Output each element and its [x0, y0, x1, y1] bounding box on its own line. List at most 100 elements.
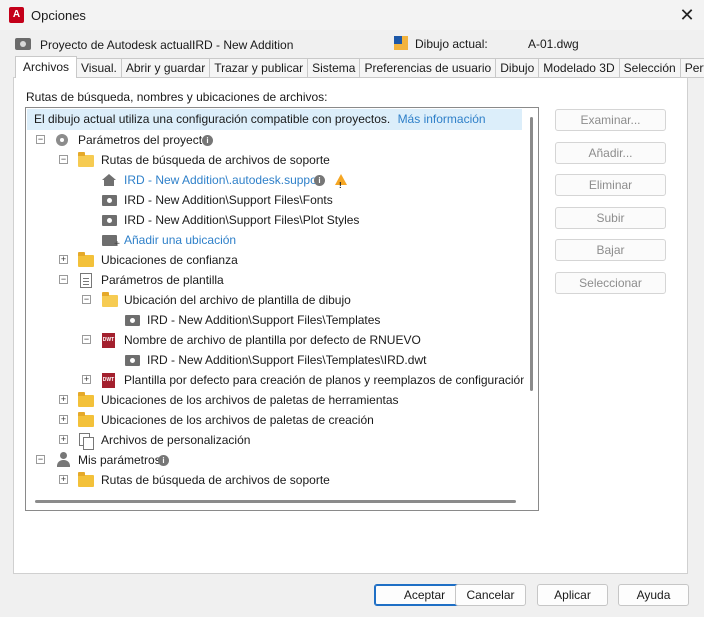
tab-seleccion[interactable]: Selección — [619, 58, 681, 78]
tree-item-my-settings[interactable]: − Mis parámetros i — [26, 450, 524, 470]
folder-icon — [78, 392, 94, 407]
remove-button[interactable]: Eliminar — [555, 174, 666, 196]
tree-item-label: IRD - New Addition\Support Files\Templat… — [147, 313, 381, 327]
tree-item-label: IRD - New Addition\Support Files\Fonts — [124, 193, 333, 207]
tree-item-label: Nombre de archivo de plantilla por defec… — [124, 333, 421, 347]
folder-path-icon — [125, 355, 140, 366]
tab-dibujo[interactable]: Dibujo — [496, 58, 540, 78]
help-button[interactable]: Ayuda — [618, 584, 689, 606]
horizontal-scroll-thumb[interactable] — [35, 500, 516, 503]
more-info-link[interactable]: Más información — [398, 112, 486, 126]
tree-item-label: IRD - New Addition\.autodesk.support — [124, 173, 325, 187]
banner-text: El dibujo actual utiliza una configuraci… — [34, 112, 391, 126]
tree-item-project-settings[interactable]: − Parámetros del proyecto i — [26, 130, 524, 150]
collapse-toggle[interactable]: − — [82, 295, 91, 304]
collapse-toggle[interactable]: − — [59, 155, 68, 164]
move-up-button[interactable]: Subir — [555, 207, 666, 229]
tree-item-templates-path[interactable]: IRD - New Addition\Support Files\Templat… — [26, 310, 524, 330]
tree-item-template-location[interactable]: − Ubicación del archivo de plantilla de … — [26, 290, 524, 310]
expand-toggle[interactable]: + — [59, 435, 68, 444]
tree-item-label: IRD - New Addition\Support Files\Templat… — [147, 353, 427, 367]
tab-visual[interactable]: Visual. — [77, 58, 122, 78]
add-folder-icon — [102, 235, 120, 250]
tree-item-customization-files[interactable]: + Archivos de personalización — [26, 430, 524, 450]
tree-item-fonts-path[interactable]: IRD - New Addition\Support Files\Fonts — [26, 190, 524, 210]
tree-item-qnew-template[interactable]: − DWT Nombre de archivo de plantilla por… — [26, 330, 524, 350]
warning-icon — [335, 174, 347, 196]
folder-open-icon — [102, 292, 118, 307]
collapse-toggle[interactable]: − — [36, 455, 45, 464]
folder-open-icon — [78, 152, 94, 167]
tab-abrir-guardar[interactable]: Abrir y guardar — [121, 58, 211, 78]
add-button[interactable]: Añadir... — [555, 142, 666, 164]
add-location-link[interactable]: Añadir una ubicación — [124, 230, 236, 250]
tree-item-label: Ubicaciones de los archivos de paletas d… — [101, 413, 374, 427]
cancel-button[interactable]: Cancelar — [455, 584, 526, 606]
tree-item-label: Parámetros del proyecto — [78, 133, 209, 147]
tree-item-autodesk-support[interactable]: IRD - New Addition\.autodesk.support i — [26, 170, 524, 196]
multi-document-icon — [79, 433, 94, 450]
project-icon — [15, 38, 31, 50]
folder-path-icon — [102, 215, 117, 226]
gear-icon — [56, 134, 68, 146]
tab-modelado-3d[interactable]: Modelado 3D — [539, 58, 620, 78]
window-title: Opciones — [31, 8, 86, 23]
tree-item-template-settings[interactable]: − Parámetros de plantilla — [26, 270, 524, 290]
info-icon[interactable]: i — [202, 135, 213, 146]
panel-caption: Rutas de búsqueda, nombres y ubicaciones… — [26, 90, 328, 104]
tab-perfil[interactable]: Perfil — [680, 58, 704, 78]
tab-archivos[interactable]: Archivos — [15, 56, 78, 78]
tree-item-label: Rutas de búsqueda de archivos de soporte — [101, 153, 330, 167]
expand-toggle[interactable]: + — [59, 255, 68, 264]
tree-item-label: IRD - New Addition\Support Files\Plot St… — [124, 213, 360, 227]
tab-preferencias-usuario[interactable]: Preferencias de usuario — [360, 58, 497, 78]
tab-sistema[interactable]: Sistema — [308, 58, 361, 78]
dwt-file-icon: DWT — [102, 373, 115, 388]
collapse-toggle[interactable]: − — [82, 335, 91, 344]
tree-content: − Parámetros del proyecto i − Rutas de b… — [26, 130, 524, 492]
project-value: IRD - New Addition — [192, 38, 294, 52]
tree-item-label: Plantilla por defecto para creación de p… — [124, 373, 524, 387]
info-icon[interactable]: i — [314, 175, 325, 186]
document-icon — [80, 273, 92, 288]
tree-item-plot-styles-path[interactable]: IRD - New Addition\Support Files\Plot St… — [26, 210, 524, 230]
folder-path-icon — [102, 195, 117, 206]
drawing-value: A-01.dwg — [528, 37, 579, 51]
tree-item-authoring-palettes[interactable]: + Ubicaciones de los archivos de paletas… — [26, 410, 524, 430]
drawing-label: Dibujo actual: — [415, 37, 488, 51]
expand-toggle[interactable]: + — [59, 475, 68, 484]
tree-item-ird-dwt-path[interactable]: IRD - New Addition\Support Files\Templat… — [26, 350, 524, 370]
tree-item-my-support-paths[interactable]: + Rutas de búsqueda de archivos de sopor… — [26, 470, 524, 490]
project-label: Proyecto de Autodesk actual: — [40, 38, 196, 52]
tree-item-tool-palettes[interactable]: + Ubicaciones de los archivos de paletas… — [26, 390, 524, 410]
horizontal-scrollbar[interactable] — [27, 493, 526, 507]
tree-item-label: Rutas de búsqueda de archivos de soporte — [101, 473, 330, 487]
apply-button[interactable]: Aplicar — [537, 584, 608, 606]
collapse-toggle[interactable]: − — [59, 275, 68, 284]
file-paths-tree[interactable]: El dibujo actual utiliza una configuraci… — [25, 107, 539, 511]
tree-item-add-location[interactable]: Añadir una ubicación — [26, 230, 524, 250]
expand-toggle[interactable]: + — [82, 375, 91, 384]
close-button[interactable]: ✕ — [670, 0, 704, 30]
info-icon[interactable]: i — [158, 455, 169, 466]
dwt-file-icon: DWT — [102, 333, 115, 348]
autocad-logo-icon: A — [9, 7, 24, 23]
tree-item-label: Parámetros de plantilla — [101, 273, 224, 287]
browse-button[interactable]: Examinar... — [555, 109, 666, 131]
tree-item-trusted-locations[interactable]: + Ubicaciones de confianza — [26, 250, 524, 270]
project-info-banner: El dibujo actual utiliza una configuraci… — [27, 109, 522, 130]
tree-item-label: Archivos de personalización — [101, 433, 251, 447]
folder-icon — [78, 472, 94, 487]
house-icon — [102, 174, 116, 186]
move-down-button[interactable]: Bajar — [555, 239, 666, 261]
expand-toggle[interactable]: + — [59, 395, 68, 404]
expand-toggle[interactable]: + — [59, 415, 68, 424]
tree-item-support-paths[interactable]: − Rutas de búsqueda de archivos de sopor… — [26, 150, 524, 170]
collapse-toggle[interactable]: − — [36, 135, 45, 144]
tree-item-sheet-template[interactable]: + DWT Plantilla por defecto para creació… — [26, 370, 524, 390]
vertical-scroll-thumb[interactable] — [530, 117, 533, 391]
title-bar: A Opciones ✕ — [0, 0, 704, 30]
set-current-button[interactable]: Seleccionar — [555, 272, 666, 294]
tab-trazar-publicar[interactable]: Trazar y publicar — [210, 58, 309, 78]
vertical-scrollbar[interactable] — [526, 109, 537, 493]
